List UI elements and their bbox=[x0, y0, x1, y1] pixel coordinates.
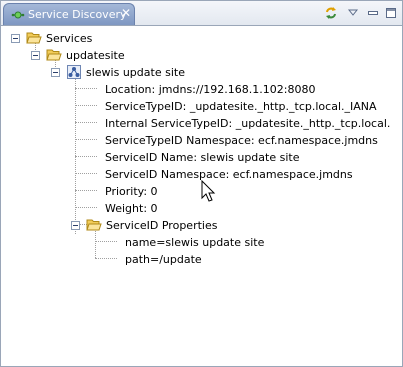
refresh-icon[interactable] bbox=[324, 6, 338, 20]
collapse-toggle[interactable] bbox=[71, 221, 80, 230]
tree-label: slewis update site bbox=[86, 66, 185, 79]
folder-open-icon bbox=[26, 32, 42, 44]
collapse-toggle[interactable] bbox=[51, 68, 60, 77]
view-menu-icon[interactable] bbox=[346, 6, 360, 20]
tree-label: updatesite bbox=[66, 49, 125, 62]
view-tab-bar: Service Discovery ✕ bbox=[1, 1, 402, 26]
view-title: Service Discovery bbox=[28, 8, 127, 21]
service-discovery-tab[interactable]: Service Discovery ✕ bbox=[3, 3, 135, 25]
folder-open-icon bbox=[86, 219, 102, 231]
tree-node-updatesite[interactable]: updatesite bbox=[1, 47, 401, 64]
close-icon[interactable]: ✕ bbox=[120, 7, 132, 19]
tree-label: Services bbox=[46, 32, 93, 45]
collapse-toggle[interactable] bbox=[31, 51, 40, 60]
folder-open-icon bbox=[46, 49, 62, 61]
tree-node-serviceid-properties[interactable]: ServiceID Properties bbox=[1, 217, 401, 234]
service-tree: Services updatesite slewis update site L… bbox=[1, 26, 402, 366]
service-discovery-icon bbox=[11, 11, 25, 19]
collapse-toggle[interactable] bbox=[11, 34, 20, 43]
maximize-icon[interactable] bbox=[384, 6, 398, 20]
service-icon bbox=[67, 65, 81, 79]
tree-label: ServiceID Properties bbox=[106, 219, 218, 232]
tree-node-services[interactable]: Services bbox=[1, 30, 401, 47]
service-discovery-view: Service Discovery ✕ Services updatesite … bbox=[0, 0, 403, 367]
mouse-cursor-icon bbox=[201, 180, 216, 202]
tree-node-service[interactable]: slewis update site bbox=[1, 64, 401, 81]
minimize-icon[interactable] bbox=[366, 6, 380, 20]
